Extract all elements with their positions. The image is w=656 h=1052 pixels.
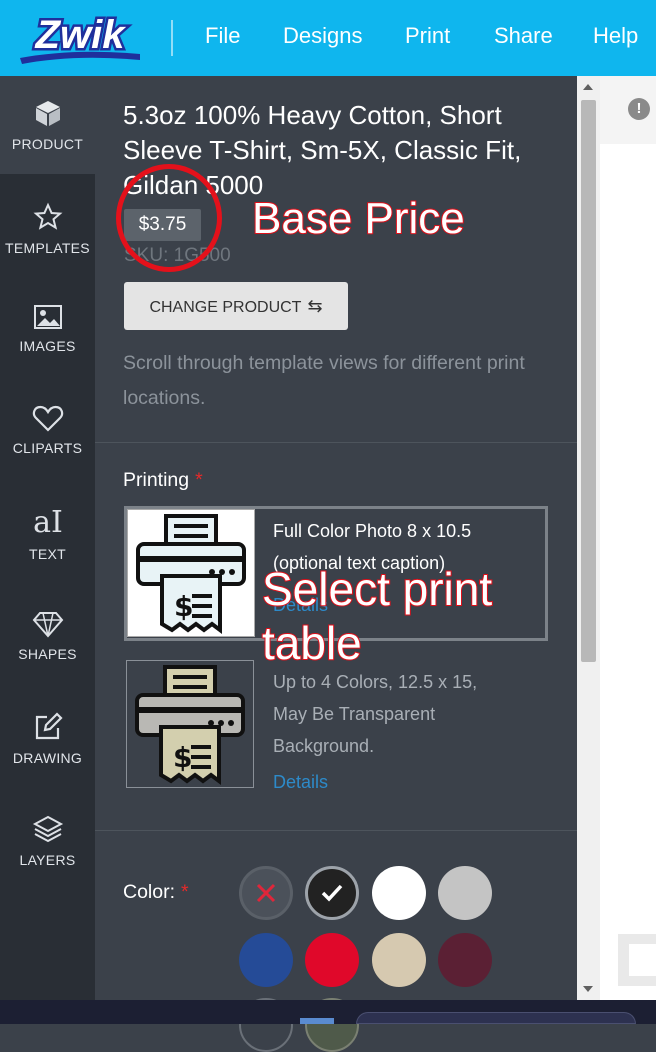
menu-designs[interactable]: Designs bbox=[283, 22, 362, 50]
layers-icon bbox=[32, 815, 63, 843]
color-required-mark: * bbox=[181, 881, 189, 903]
swap-arrows-icon: ⇆ bbox=[307, 296, 323, 316]
info-icon[interactable]: ! bbox=[628, 98, 650, 120]
template-hint: Scroll through template views for differ… bbox=[123, 352, 525, 409]
edit-icon bbox=[35, 712, 63, 740]
section-divider bbox=[95, 830, 577, 831]
logo-separator bbox=[171, 20, 173, 56]
color-swatch-light-gray[interactable] bbox=[438, 866, 492, 920]
color-swatch-royal-blue[interactable] bbox=[239, 933, 293, 987]
sidebar-item-shapes[interactable]: SHAPES bbox=[0, 586, 95, 684]
menu-share[interactable]: Share bbox=[494, 22, 553, 50]
print-option-spot-color[interactable]: $ Up to 4 Colors, 12.5 x 15, May Be Tran… bbox=[124, 660, 548, 793]
select-print-table-annotation: Select print table bbox=[261, 562, 493, 670]
sidebar-item-cliparts[interactable]: CLIPARTS bbox=[0, 382, 95, 480]
scroll-down-arrow-icon[interactable] bbox=[583, 986, 593, 992]
logo-text: Zwik bbox=[35, 13, 127, 57]
canvas-thumbnail-inner bbox=[629, 944, 656, 976]
color-swatch-sand[interactable] bbox=[372, 933, 426, 987]
sidebar-label-templates: TEMPLATES bbox=[5, 240, 90, 256]
printing-label: Printing * bbox=[123, 468, 203, 492]
check-icon bbox=[321, 884, 343, 902]
sidebar-item-layers[interactable]: LAYERS bbox=[0, 792, 95, 890]
sidebar-label-images: IMAGES bbox=[19, 338, 76, 354]
vertical-scrollbar[interactable] bbox=[577, 76, 600, 1000]
heart-icon bbox=[32, 405, 63, 432]
sidebar-item-drawing[interactable]: DRAWING bbox=[0, 690, 95, 788]
text-icon: aI bbox=[33, 505, 63, 538]
image-icon bbox=[33, 305, 62, 329]
sidebar-label-text: TEXT bbox=[29, 546, 66, 562]
print-option-thumbnail: $ bbox=[127, 509, 255, 637]
top-bar: Zwik File Designs Print Share Help bbox=[0, 0, 656, 76]
design-canvas[interactable] bbox=[600, 76, 656, 1000]
color-swatch-white[interactable] bbox=[372, 866, 426, 920]
sidebar-item-product[interactable]: PRODUCT bbox=[0, 76, 95, 174]
color-label-text: Color: bbox=[123, 881, 176, 903]
print-option-description: Up to 4 Colors, 12.5 x 15, May Be Transp… bbox=[273, 672, 478, 756]
sidebar-label-product: PRODUCT bbox=[11, 136, 84, 152]
color-swatch-black[interactable] bbox=[305, 866, 359, 920]
zwik-logo[interactable]: Zwik bbox=[14, 8, 146, 66]
scroll-up-arrow-icon[interactable] bbox=[583, 84, 593, 90]
sidebar-item-text[interactable]: aI TEXT bbox=[0, 484, 95, 582]
change-product-button[interactable]: CHANGE PRODUCT ⇆ bbox=[124, 282, 348, 330]
color-swatch-red[interactable] bbox=[305, 933, 359, 987]
printer-receipt-icon: $ bbox=[135, 665, 245, 785]
price-annotation-circle bbox=[116, 164, 222, 272]
scrollbar-thumb[interactable] bbox=[581, 100, 596, 662]
section-divider bbox=[95, 442, 577, 443]
change-product-label: CHANGE PRODUCT bbox=[149, 299, 302, 316]
printing-required-mark: * bbox=[195, 469, 203, 491]
base-price-annotation: Base Price bbox=[251, 193, 466, 244]
print-option-thumbnail: $ bbox=[126, 660, 254, 788]
printer-receipt-icon: $ bbox=[136, 514, 246, 634]
printing-label-text: Printing bbox=[123, 469, 190, 491]
cube-icon bbox=[35, 101, 60, 126]
sidebar-label-shapes: SHAPES bbox=[18, 646, 77, 662]
sidebar-label-drawing: DRAWING bbox=[12, 750, 83, 766]
sidebar-item-templates[interactable]: TEMPLATES bbox=[0, 178, 95, 276]
svg-text:$: $ bbox=[174, 590, 193, 623]
left-sidebar: PRODUCT TEMPLATES IMAGES CLIPARTS aI TEX… bbox=[0, 76, 95, 1024]
svg-text:$: $ bbox=[173, 741, 192, 774]
sidebar-label-layers: LAYERS bbox=[19, 852, 76, 868]
sidebar-item-images[interactable]: IMAGES bbox=[0, 280, 95, 378]
color-swatch-none[interactable] bbox=[239, 866, 293, 920]
color-swatch-maroon[interactable] bbox=[438, 933, 492, 987]
menu-print[interactable]: Print bbox=[405, 22, 450, 50]
color-label: Color: * bbox=[123, 880, 189, 904]
diamond-icon bbox=[32, 612, 63, 638]
svg-text:aI: aI bbox=[33, 505, 63, 538]
menu-file[interactable]: File bbox=[205, 22, 240, 50]
menu-help[interactable]: Help bbox=[593, 22, 638, 50]
sidebar-label-cliparts: CLIPARTS bbox=[12, 440, 83, 456]
taskbar-search[interactable] bbox=[356, 1012, 636, 1024]
close-icon bbox=[256, 883, 276, 903]
star-icon bbox=[33, 202, 62, 230]
print-option-details-link[interactable]: Details bbox=[273, 772, 328, 793]
windows-start-icon[interactable] bbox=[300, 1018, 334, 1024]
